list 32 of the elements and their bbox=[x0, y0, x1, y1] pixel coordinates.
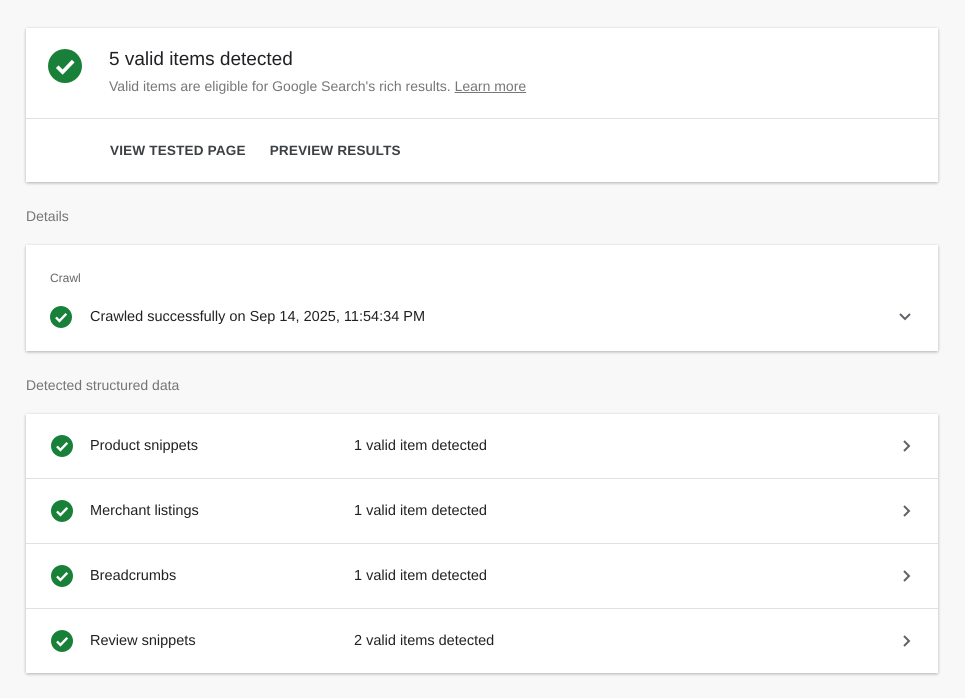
check-circle-icon bbox=[51, 565, 73, 587]
item-type: Product snippets bbox=[90, 438, 198, 454]
learn-more-link[interactable]: Learn more bbox=[454, 78, 526, 94]
item-result: 1 valid item detected bbox=[354, 503, 487, 519]
structured-data-row[interactable]: Product snippets 1 valid item detected bbox=[26, 414, 938, 478]
chevron-right-icon bbox=[902, 439, 912, 453]
crawl-status: Crawled successfully on Sep 14, 2025, 11:54:34 PM bbox=[90, 309, 426, 325]
chevron-right-icon bbox=[902, 504, 912, 518]
result-description: Valid items are eligible for Google Search's rich results. Learn more bbox=[109, 78, 526, 94]
section-heading: Detected structured data bbox=[26, 377, 180, 393]
chevron-right-icon bbox=[902, 569, 912, 583]
check-circle-icon bbox=[50, 306, 72, 328]
chevron-right-icon bbox=[902, 634, 912, 648]
item-type: Breadcrumbs bbox=[90, 568, 176, 584]
section-heading: Details bbox=[26, 208, 69, 224]
result-title: 5 valid items detected bbox=[109, 48, 294, 72]
preview-button[interactable]: PREVIEW RESULTS bbox=[258, 133, 413, 168]
item-result: 1 valid item detected bbox=[354, 568, 487, 584]
check-circle-icon bbox=[51, 435, 73, 457]
check-circle-icon bbox=[48, 49, 82, 83]
structured-data-row[interactable]: Breadcrumbs 1 valid item detected bbox=[26, 543, 938, 608]
chevron-icon[interactable] bbox=[898, 312, 912, 322]
item-type: Review snippets bbox=[90, 633, 196, 649]
check-circle-icon bbox=[51, 500, 73, 522]
check-circle-icon bbox=[51, 630, 73, 652]
view-page-button[interactable]: VIEW TESTED PAGE bbox=[98, 133, 258, 168]
item-type: Merchant listings bbox=[90, 503, 199, 519]
structured-data-row[interactable]: Merchant listings 1 valid item detected bbox=[26, 478, 938, 543]
item-result: 1 valid item detected bbox=[354, 438, 487, 454]
crawl-label: Crawl bbox=[50, 271, 81, 285]
structured-data-row[interactable]: Review snippets 2 valid items detected bbox=[26, 608, 938, 673]
item-result: 2 valid items detected bbox=[354, 633, 494, 649]
